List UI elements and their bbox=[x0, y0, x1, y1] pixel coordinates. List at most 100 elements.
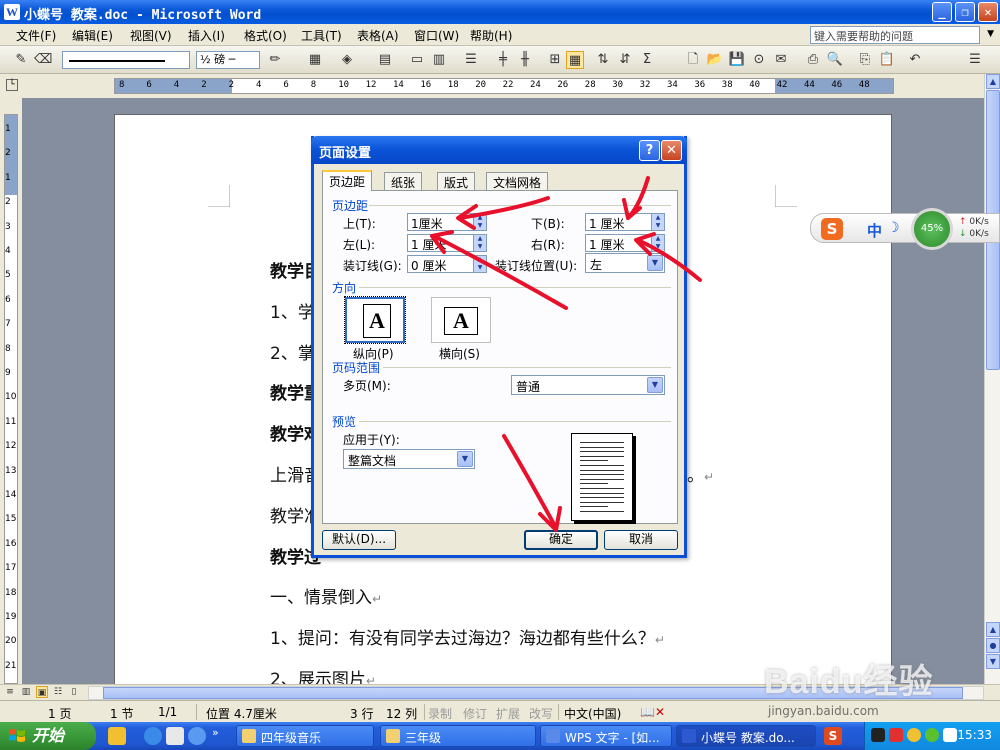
eraser-icon[interactable]: ⌫ bbox=[34, 51, 52, 69]
gutter-position-select[interactable]: 左 ▼ bbox=[585, 253, 665, 273]
scroll-up-page-icon[interactable]: ▲ bbox=[986, 622, 1000, 637]
shading-icon[interactable]: ◈ bbox=[338, 51, 356, 69]
horizontal-ruler[interactable]: 8 6 4 2 2 4 6 8 10 12 14 16 18 20 22 24 26 28 30 32 34 36 38 40… bbox=[114, 78, 894, 94]
ok-button[interactable]: 确定 bbox=[524, 530, 598, 550]
status-rec[interactable]: 录制 bbox=[428, 705, 452, 722]
menu-format[interactable]: 格式(O) bbox=[244, 27, 287, 44]
mail-icon[interactable]: ✉ bbox=[772, 51, 790, 69]
vertical-ruler[interactable]: 1212345678910111213141516171819202122 bbox=[0, 98, 22, 695]
new-icon[interactable]: 🗋 bbox=[684, 51, 702, 69]
menu-view[interactable]: 视图(V) bbox=[130, 27, 172, 44]
paste-icon[interactable]: 📋 bbox=[878, 51, 896, 69]
autosum-icon[interactable]: Σ bbox=[638, 51, 656, 69]
sort-asc-icon[interactable]: ⇅ bbox=[594, 51, 612, 69]
quicklaunch-icon[interactable] bbox=[188, 727, 206, 745]
clock[interactable]: 15:33 bbox=[957, 728, 992, 742]
close-button[interactable]: ✕ bbox=[978, 2, 998, 22]
task-word[interactable]: 小蝶号 教案.do... bbox=[676, 725, 816, 747]
help-icon[interactable]: ? bbox=[639, 140, 660, 161]
distribute-rows-icon[interactable]: ╪ bbox=[494, 51, 512, 69]
dialog-close-icon[interactable]: ✕ bbox=[661, 140, 682, 161]
reading-view-icon[interactable]: ▯ bbox=[68, 686, 80, 698]
restore-button[interactable]: ❐ bbox=[955, 2, 975, 22]
default-button[interactable]: 默认(D)... bbox=[322, 530, 396, 550]
multiple-pages-select[interactable]: 普通 ▼ bbox=[511, 375, 665, 395]
tray-shield-icon[interactable] bbox=[907, 728, 921, 742]
tray-network-icon[interactable] bbox=[871, 728, 885, 742]
media-icon[interactable] bbox=[166, 727, 184, 745]
align-icon[interactable]: ☰ bbox=[462, 51, 480, 69]
menu-window[interactable]: 窗口(W) bbox=[414, 27, 459, 44]
apply-to-select[interactable]: 整篇文档 ▼ bbox=[343, 449, 475, 469]
half-width-icon[interactable]: ☽ bbox=[887, 220, 900, 236]
distribute-cols-icon[interactable]: ╫ bbox=[516, 51, 534, 69]
tab-paper[interactable]: 纸张 bbox=[384, 172, 423, 190]
print-icon[interactable]: ⎙ bbox=[804, 51, 822, 69]
ie-icon[interactable] bbox=[144, 727, 162, 745]
quicklaunch-app-icon[interactable] bbox=[108, 727, 126, 745]
print-layout-icon[interactable]: ▣ bbox=[36, 686, 48, 698]
print-preview-icon[interactable]: 🔍 bbox=[826, 51, 844, 69]
portrait-option[interactable]: A bbox=[344, 296, 406, 344]
right-margin-input[interactable]: 1 厘米 ▲ ▼ bbox=[585, 234, 665, 252]
tray-plus-icon[interactable] bbox=[925, 728, 939, 742]
status-ext[interactable]: 扩展 bbox=[496, 705, 520, 722]
bottom-margin-input[interactable]: 1 厘米 ▲ ▼ bbox=[585, 213, 665, 231]
tray-volume-icon[interactable] bbox=[943, 728, 957, 742]
merge-cells-icon[interactable]: ▭ bbox=[408, 51, 426, 69]
left-margin-input[interactable]: 1 厘米 ▲ ▼ bbox=[407, 234, 487, 252]
save-icon[interactable]: 💾 bbox=[728, 51, 746, 69]
start-button[interactable]: 开始 bbox=[0, 722, 96, 750]
tab-stop-selector-icon[interactable]: └ bbox=[6, 79, 18, 91]
tab-layout[interactable]: 版式 bbox=[437, 172, 476, 190]
web-view-icon[interactable]: ▥ bbox=[20, 686, 32, 698]
menu-help[interactable]: 帮助(H) bbox=[470, 27, 512, 44]
menu-tools[interactable]: 工具(T) bbox=[301, 27, 342, 44]
normal-view-icon[interactable]: ≡ bbox=[4, 686, 16, 698]
sogou-tray-icon[interactable]: S bbox=[824, 727, 842, 745]
top-margin-input[interactable]: 1厘米 ▲ ▼ bbox=[407, 213, 487, 231]
menu-edit[interactable]: 编辑(E) bbox=[72, 27, 113, 44]
line-weight-select[interactable]: ½ 磅 ─ bbox=[196, 51, 260, 69]
autoformat-icon[interactable]: ⊞ bbox=[546, 51, 564, 69]
tab-doc-grid[interactable]: 文档网格 bbox=[486, 172, 549, 190]
outline-view-icon[interactable]: ☷ bbox=[52, 686, 64, 698]
draw-table-icon[interactable]: ✎ bbox=[12, 51, 30, 69]
scroll-up-icon[interactable]: ▲ bbox=[986, 74, 1000, 89]
ime-mode[interactable]: 中 bbox=[867, 220, 882, 241]
split-cells-icon[interactable]: ▥ bbox=[430, 51, 448, 69]
insert-table-icon[interactable]: ▤ bbox=[376, 51, 394, 69]
open-icon[interactable]: 📂 bbox=[706, 51, 724, 69]
landscape-label[interactable]: 横向(S) bbox=[439, 345, 480, 362]
spelling-status-icon[interactable]: 📖✕ bbox=[640, 705, 665, 719]
menu-table[interactable]: 表格(A) bbox=[357, 27, 399, 44]
line-style-select[interactable] bbox=[62, 51, 190, 69]
quicklaunch-more-icon[interactable]: » bbox=[212, 726, 219, 739]
menu-file[interactable]: 文件(F) bbox=[16, 27, 56, 44]
copy-icon[interactable]: ⎘ bbox=[856, 51, 874, 69]
memory-gauge[interactable]: 45% bbox=[911, 208, 953, 250]
gutter-input[interactable]: 0 厘米 ▲ ▼ bbox=[407, 255, 487, 273]
cancel-button[interactable]: 取消 bbox=[604, 530, 678, 550]
word-app-icon[interactable]: W bbox=[4, 4, 20, 20]
borders-icon[interactable]: ▦ bbox=[306, 51, 324, 69]
task-folder-music[interactable]: 四年级音乐 bbox=[236, 725, 374, 747]
gridlines-icon[interactable]: ▦ bbox=[566, 51, 584, 69]
landscape-option[interactable]: A bbox=[431, 297, 491, 343]
task-wps[interactable]: WPS 文字 - [如... bbox=[540, 725, 672, 747]
toolbar-options-icon[interactable]: ☰ bbox=[966, 51, 984, 69]
tray-security-icon[interactable] bbox=[889, 728, 903, 742]
minimize-button[interactable]: _ bbox=[932, 2, 952, 22]
help-search-input[interactable]: 键入需要帮助的问题 bbox=[810, 26, 980, 44]
undo-icon[interactable]: ↶ bbox=[906, 51, 924, 69]
sogou-logo-icon[interactable]: S bbox=[821, 218, 843, 240]
permission-icon[interactable]: ⊙ bbox=[750, 51, 768, 69]
menu-insert[interactable]: 插入(I) bbox=[188, 27, 225, 44]
tab-margins[interactable]: 页边距 bbox=[322, 170, 373, 191]
status-ovr[interactable]: 改写 bbox=[529, 705, 553, 722]
vertical-scrollbar[interactable]: ▲ ▲ ● ▼ bbox=[984, 74, 1000, 684]
border-color-icon[interactable]: ✏ bbox=[266, 51, 284, 69]
sort-desc-icon[interactable]: ⇵ bbox=[616, 51, 634, 69]
help-dropdown-icon[interactable]: ▼ bbox=[987, 29, 994, 39]
ime-status-bar[interactable]: S 中 ☽ 45% ↑ 0K/s ↓ 0K/s bbox=[810, 208, 1000, 250]
